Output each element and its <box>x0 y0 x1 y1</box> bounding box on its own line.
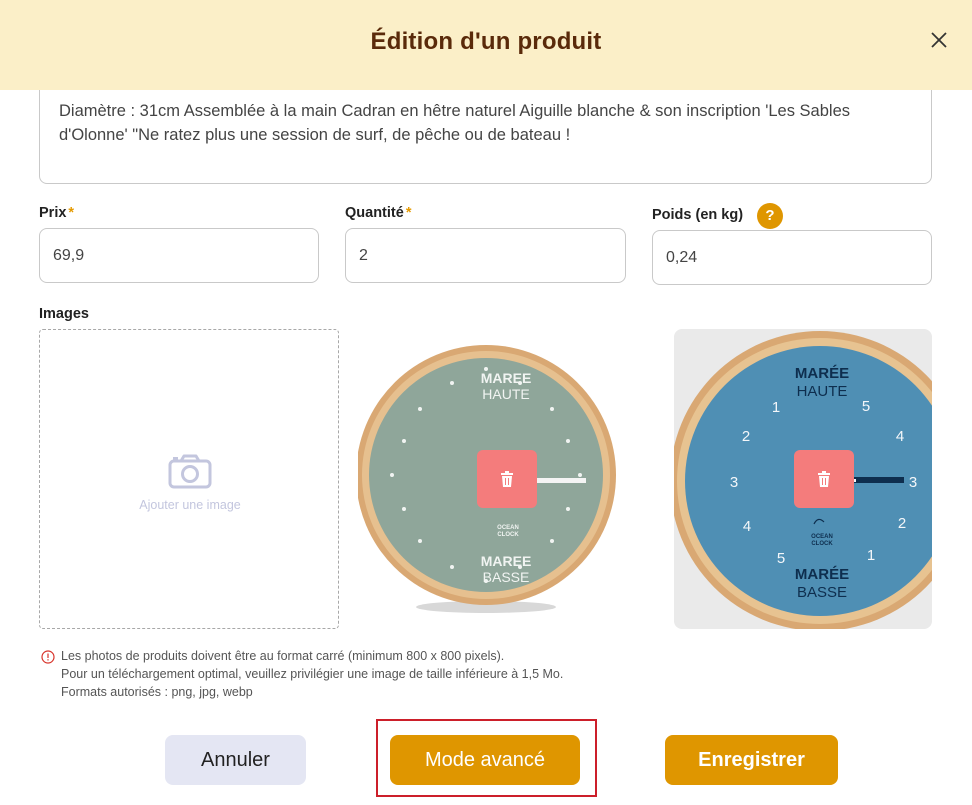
required-mark: * <box>405 205 412 221</box>
green-top-word2: HAUTE <box>482 386 529 402</box>
blue-brand1: OCEAN <box>811 534 833 540</box>
close-icon[interactable] <box>926 27 952 53</box>
blue-top-word2: HAUTE <box>797 383 848 400</box>
price-input[interactable]: 69,9 <box>39 228 319 283</box>
weight-value: 0,24 <box>666 248 698 266</box>
delete-image-button[interactable] <box>477 450 537 508</box>
green-bottom-word2: BASSE <box>483 569 530 585</box>
weight-input[interactable]: 0,24 <box>652 230 932 285</box>
weight-label: Poids (en kg) <box>652 207 744 223</box>
trash-icon <box>501 471 513 487</box>
blue-number: 3 <box>909 474 917 491</box>
cancel-button[interactable]: Annuler <box>165 735 306 785</box>
blue-number: 1 <box>867 547 875 564</box>
quantity-input[interactable]: 2 <box>345 228 626 283</box>
info-line: Formats autorisés : png, jpg, webp <box>61 685 253 699</box>
dialog-header: Édition d'un produit <box>0 0 972 90</box>
quantity-value: 2 <box>359 246 368 264</box>
image-requirements-info: Les photos de produits doivent être au f… <box>61 647 563 701</box>
price-value: 69,9 <box>53 246 85 264</box>
info-icon <box>41 650 55 664</box>
info-line: Les photos de produits doivent être au f… <box>61 649 505 663</box>
delete-image-button[interactable] <box>794 450 854 508</box>
product-image-green-clock: MAREE HAUTE MAREE BASSE OCEAN CLOCK <box>358 329 616 629</box>
blue-bottom-word2: BASSE <box>797 584 847 601</box>
info-line: Pour un téléchargement optimal, veuillez… <box>61 667 564 681</box>
advanced-mode-button[interactable]: Mode avancé <box>390 735 580 785</box>
green-brand2: CLOCK <box>497 532 519 538</box>
green-top-word1: MAREE <box>481 370 532 386</box>
description-text: Diamètre : 31cm Assemblée à la main Cadr… <box>59 102 851 144</box>
add-image-text: Ajouter une image <box>139 498 241 512</box>
save-button[interactable]: Enregistrer <box>665 735 838 785</box>
quantity-label-text: Quantité <box>345 205 404 221</box>
camera-icon <box>168 454 212 489</box>
price-label-text: Prix <box>39 205 67 221</box>
blue-top-word1: MARÉE <box>795 365 849 382</box>
quantity-label: Quantité * <box>345 205 411 221</box>
product-image-blue-clock: MARÉE HAUTE MARÉE BASSE 1 2 3 4 5 5 4 3 … <box>674 329 932 629</box>
required-mark: * <box>68 205 75 221</box>
blue-number: 5 <box>862 398 870 415</box>
add-image-dropzone[interactable]: Ajouter une image <box>39 329 339 629</box>
green-brand1: OCEAN <box>497 525 519 531</box>
dialog-title: Édition d'un produit <box>370 28 602 55</box>
blue-number: 5 <box>777 550 785 567</box>
blue-brand2: CLOCK <box>811 541 833 547</box>
blue-number: 2 <box>898 515 906 532</box>
blue-bottom-word1: MARÉE <box>795 566 849 583</box>
blue-number: 1 <box>772 399 780 416</box>
help-icon[interactable]: ? <box>757 203 783 229</box>
price-label: Prix * <box>39 205 74 221</box>
blue-number: 2 <box>742 428 750 445</box>
green-bottom-word1: MAREE <box>481 553 532 569</box>
blue-number: 4 <box>743 518 751 535</box>
trash-icon <box>818 471 830 487</box>
blue-number: 4 <box>896 428 904 445</box>
images-label: Images <box>39 306 89 322</box>
blue-number: 3 <box>730 474 738 491</box>
